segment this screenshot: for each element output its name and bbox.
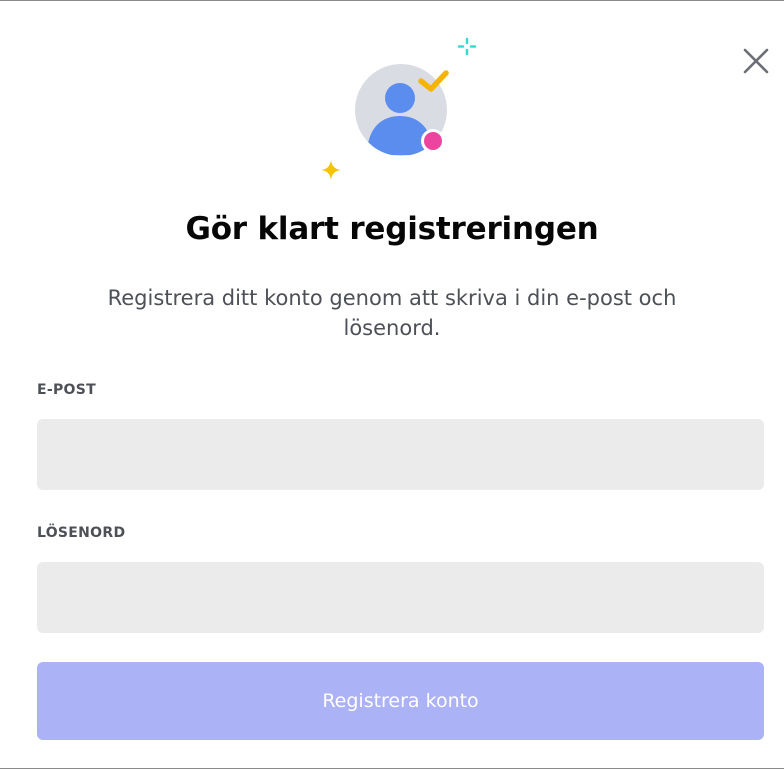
email-field[interactable] bbox=[37, 419, 764, 490]
close-icon bbox=[743, 48, 769, 74]
teal-sparkle-icon bbox=[457, 37, 477, 56]
close-button[interactable] bbox=[736, 41, 776, 81]
dialog-title: Gör klart registreringen bbox=[185, 211, 599, 247]
password-field[interactable] bbox=[37, 562, 764, 633]
register-account-button[interactable]: Registrera konto bbox=[37, 662, 764, 740]
email-label: E-POST bbox=[37, 382, 96, 398]
password-label: LÖSENORD bbox=[37, 525, 126, 541]
dialog-subtitle: Registrera ditt konto genom att skriva i… bbox=[107, 286, 677, 340]
user-head bbox=[385, 83, 415, 113]
register-dialog: Gör klart registreringen Registrera ditt… bbox=[0, 0, 784, 769]
user-verified-illustration bbox=[300, 31, 500, 201]
yellow-sparkle-icon bbox=[321, 160, 341, 180]
